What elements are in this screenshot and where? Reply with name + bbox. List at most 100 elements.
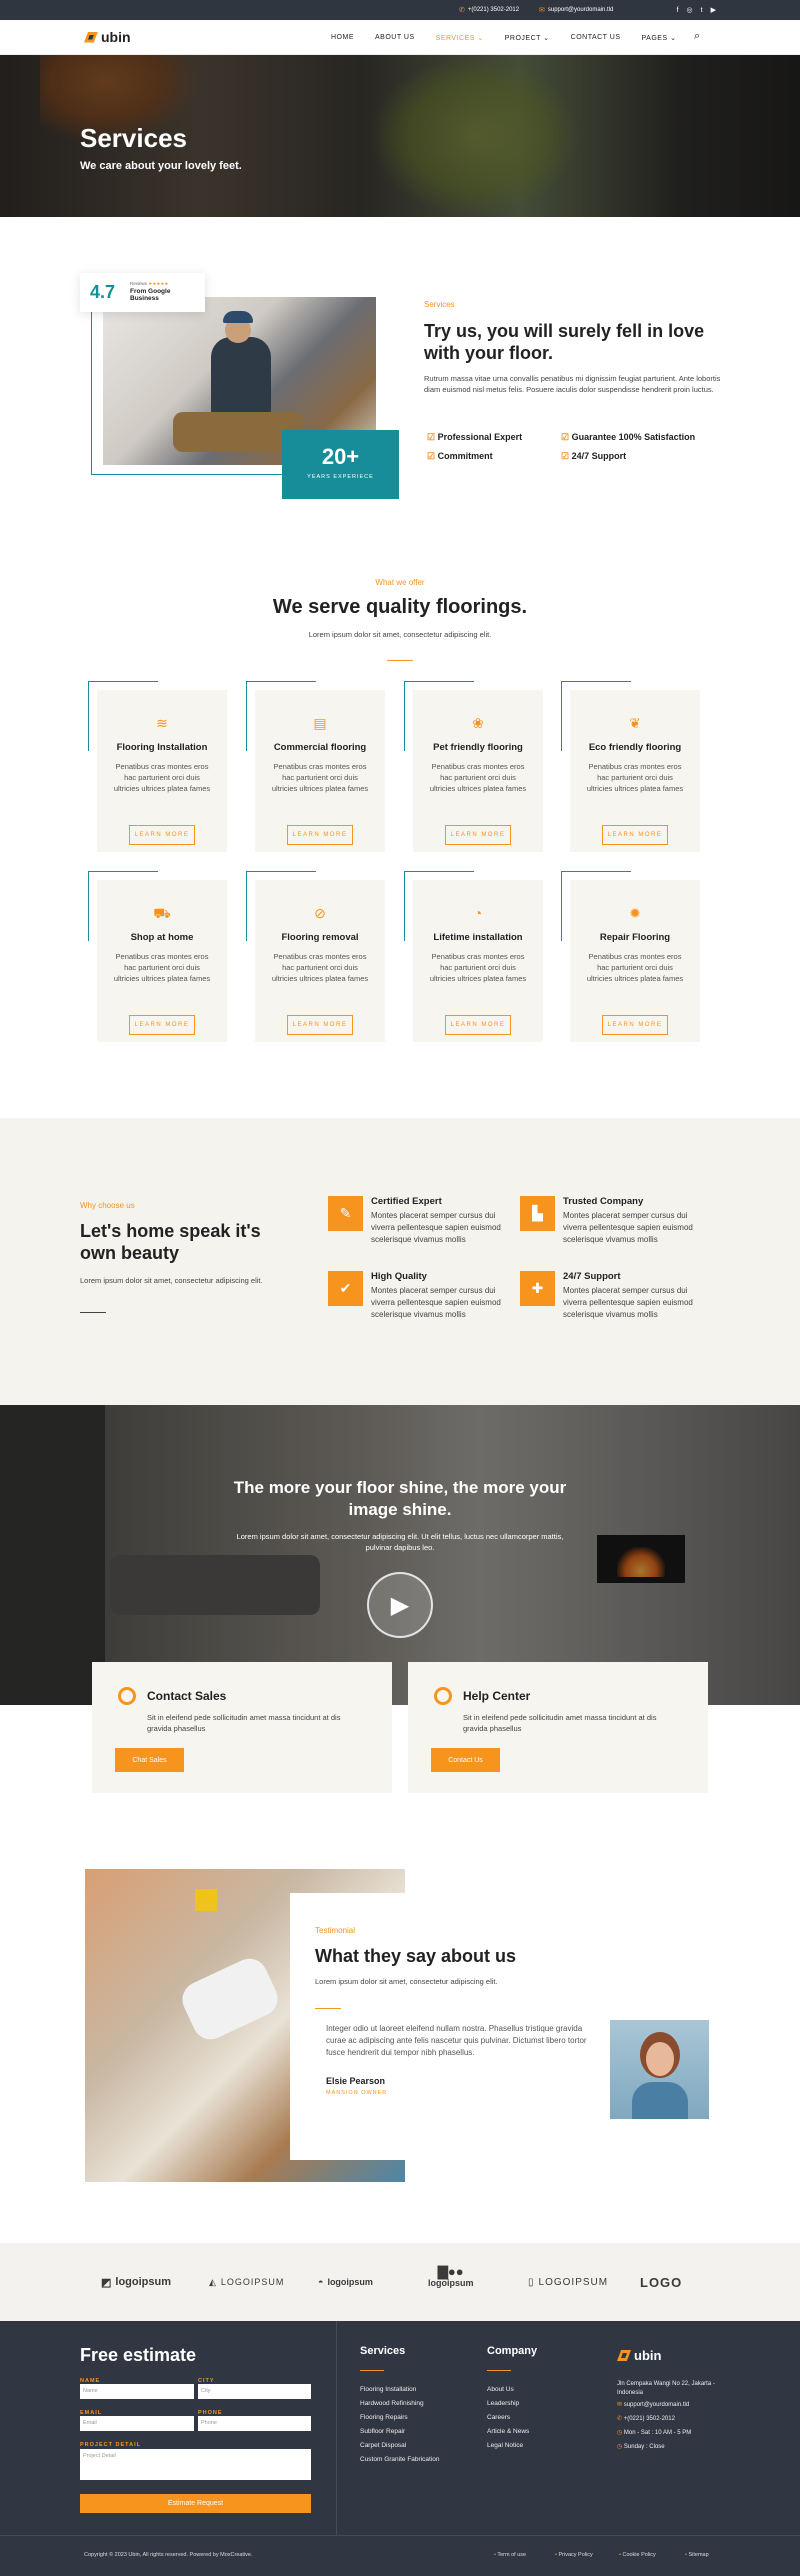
check-item: ☑ Commitment (427, 451, 493, 462)
logo-mark-icon: ▯ (528, 2276, 535, 2288)
bullet-icon: • (494, 2552, 496, 2558)
card-title: Flooring removal (281, 932, 359, 943)
footer-company-link[interactable]: Careers (487, 2414, 510, 2421)
legal-sitemap[interactable]: • Sitemap (685, 2552, 709, 2558)
brand-logo[interactable]: ubin (84, 29, 131, 45)
divider (387, 660, 413, 661)
logo-mark-icon: ◩ (101, 2276, 112, 2289)
nav-item-about[interactable]: ABOUT US (375, 34, 415, 41)
video-overlay (0, 1405, 800, 1705)
logo-text: logoipsum (428, 2278, 474, 2288)
footer-company-link[interactable]: About Us (487, 2386, 514, 2393)
phone-field[interactable]: Phone (198, 2416, 311, 2431)
client-logo[interactable]: ◓ logoipsum (318, 2270, 373, 2294)
client-logo[interactable]: LOGO (640, 2270, 682, 2294)
learn-more-button[interactable]: LEARN MORE (287, 1015, 353, 1035)
client-logo[interactable]: ◩ logoipsum (101, 2270, 171, 2294)
nav-item-pages[interactable]: PAGES ⌄ (642, 34, 677, 42)
learn-more-button[interactable]: LEARN MORE (129, 1015, 195, 1035)
nav-item-contact[interactable]: CONTACT US (571, 34, 621, 41)
topbar-phone[interactable]: ✆ +(0221) 3502-2012 (459, 0, 519, 20)
worker-cap (223, 311, 253, 323)
footer-company-link[interactable]: Article & News (487, 2428, 529, 2435)
check-item: ☑ Professional Expert (427, 432, 522, 443)
nav-item-services[interactable]: SERVICES ⌄ (436, 34, 484, 42)
client-logo[interactable]: ▯ LOGOIPSUM (528, 2270, 608, 2294)
footer-service-link[interactable]: Carpet Disposal (360, 2442, 440, 2450)
card-body: Penatibus cras montes eros hac parturien… (271, 952, 369, 983)
project-detail-field[interactable]: Project Detail (80, 2449, 311, 2480)
testimonial-role: MANSION OWNER (326, 2090, 388, 2096)
chevron-down-icon: ⌄ (543, 34, 550, 42)
divider (360, 2370, 384, 2371)
testimonial-sub: Lorem ipsum dolor sit amet, consectetur … (315, 1977, 498, 1986)
city-field[interactable]: City (198, 2384, 311, 2399)
feature-title: Certified Expert (371, 1196, 442, 1207)
rating-badge: 4.7 Reviews ★★★★★ From Google Business (80, 273, 205, 312)
footer-company-link[interactable]: Leadership (487, 2400, 519, 2407)
leaf-icon: ❦ (629, 715, 641, 731)
twitter-icon[interactable]: t (701, 7, 703, 14)
logo-text: LOGO (640, 2274, 683, 2290)
card-body: Sit in eleifend pede sollicitudin amet m… (147, 1713, 341, 1733)
star-icons: ★★★★★ (148, 281, 169, 286)
rating-source: From Google Business (130, 288, 171, 302)
check-item: ☑ Guarantee 100% Satisfaction (561, 432, 695, 443)
footer-service-link[interactable]: Hardwood Refinishing (360, 2400, 440, 2408)
mail-icon: ✉ (617, 2402, 623, 2408)
service-card: ⛟ Shop at home Penatibus cras montes eros … (88, 871, 227, 1042)
footer-service-link[interactable]: Flooring Installation (360, 2386, 440, 2394)
card-body: Penatibus cras montes eros hac parturien… (271, 762, 369, 793)
bullet-icon: • (685, 2552, 687, 2558)
footer-email[interactable]: ✉ support@yourdomain.tld (617, 2401, 689, 2408)
instagram-icon[interactable]: ◎ (687, 6, 693, 14)
years-label: YEARS EXPERIECE (307, 474, 374, 480)
facebook-icon[interactable]: f (677, 7, 679, 14)
card-title: Commercial flooring (273, 742, 367, 753)
footer-service-link[interactable]: Subfloor Repair (360, 2428, 440, 2436)
copyright: Copyright © 2023 Ubin, All rights reserv… (84, 2552, 253, 2558)
legal-term[interactable]: • Term of use (494, 2552, 526, 2558)
detail-label: PROJECT DETAIL (80, 2442, 141, 2448)
learn-more-button[interactable]: LEARN MORE (129, 825, 195, 845)
card-title: Flooring Installation (116, 742, 208, 753)
estimate-request-button[interactable]: Estimate Request (80, 2494, 311, 2513)
cart-icon: ⛟ (153, 905, 171, 921)
logo-text: LOGOIPSUM (538, 2276, 609, 2288)
search-icon[interactable]: ⌕ (694, 30, 700, 43)
footer-service-link[interactable]: Custom Granite Fabrication (360, 2456, 440, 2464)
play-video-button[interactable]: ▶ (367, 1572, 433, 1638)
legal-privacy[interactable]: • Privacy Policy (555, 2552, 593, 2558)
learn-more-button[interactable]: LEARN MORE (602, 1015, 668, 1035)
service-card: ❀ Pet friendly flooring Penatibus cras mon… (404, 681, 543, 852)
learn-more-button[interactable]: LEARN MORE (445, 825, 511, 845)
learn-more-button[interactable]: LEARN MORE (602, 825, 668, 845)
learn-more-button[interactable]: LEARN MORE (445, 1015, 511, 1035)
footer-phone[interactable]: ✆ +(0221) 3502-2012 (617, 2415, 675, 2422)
learn-more-button[interactable]: LEARN MORE (287, 825, 353, 845)
feature-body: Montes placerat semper cursus dui viverr… (371, 1286, 501, 1319)
bullet-icon: • (555, 2552, 557, 2558)
topbar-email[interactable]: ✉ support@yourdomain.tld (539, 0, 613, 20)
contact-us-button[interactable]: Contact Us (431, 1748, 500, 1772)
name-field[interactable]: Name (80, 2384, 194, 2399)
email-field[interactable]: Email (80, 2416, 194, 2431)
glove-image (176, 1952, 284, 2046)
footer-service-link[interactable]: Flooring Repairs (360, 2414, 440, 2422)
testimonial-quote: Integer odio ut laoreet eleifend nullam … (326, 2024, 587, 2057)
check-icon: ☑ (427, 432, 436, 442)
footer-company-link[interactable]: Legal Notice (487, 2442, 523, 2449)
check-label: 24/7 Support (571, 451, 627, 461)
footer-bottom: Copyright © 2023 Ubin, All rights reserv… (0, 2535, 800, 2576)
legal-cookie[interactable]: • Cookie Policy (619, 2552, 656, 2558)
check-icon: ☑ (561, 451, 570, 461)
store-icon: ▤ (313, 715, 327, 731)
footer-brand-logo[interactable]: ubin (617, 2348, 661, 2363)
client-logo[interactable]: ◭ LOGOIPSUM (209, 2270, 284, 2294)
chat-sales-button[interactable]: Chat Sales (115, 1748, 184, 1772)
nav-item-project[interactable]: PROJECT ⌄ (505, 34, 550, 42)
card-body: Penatibus cras montes eros hac parturien… (586, 762, 684, 793)
youtube-icon[interactable]: ▶ (711, 6, 716, 14)
client-logo[interactable]: ▇●● logoipsum (428, 2265, 474, 2299)
nav-item-home[interactable]: HOME (331, 34, 354, 41)
